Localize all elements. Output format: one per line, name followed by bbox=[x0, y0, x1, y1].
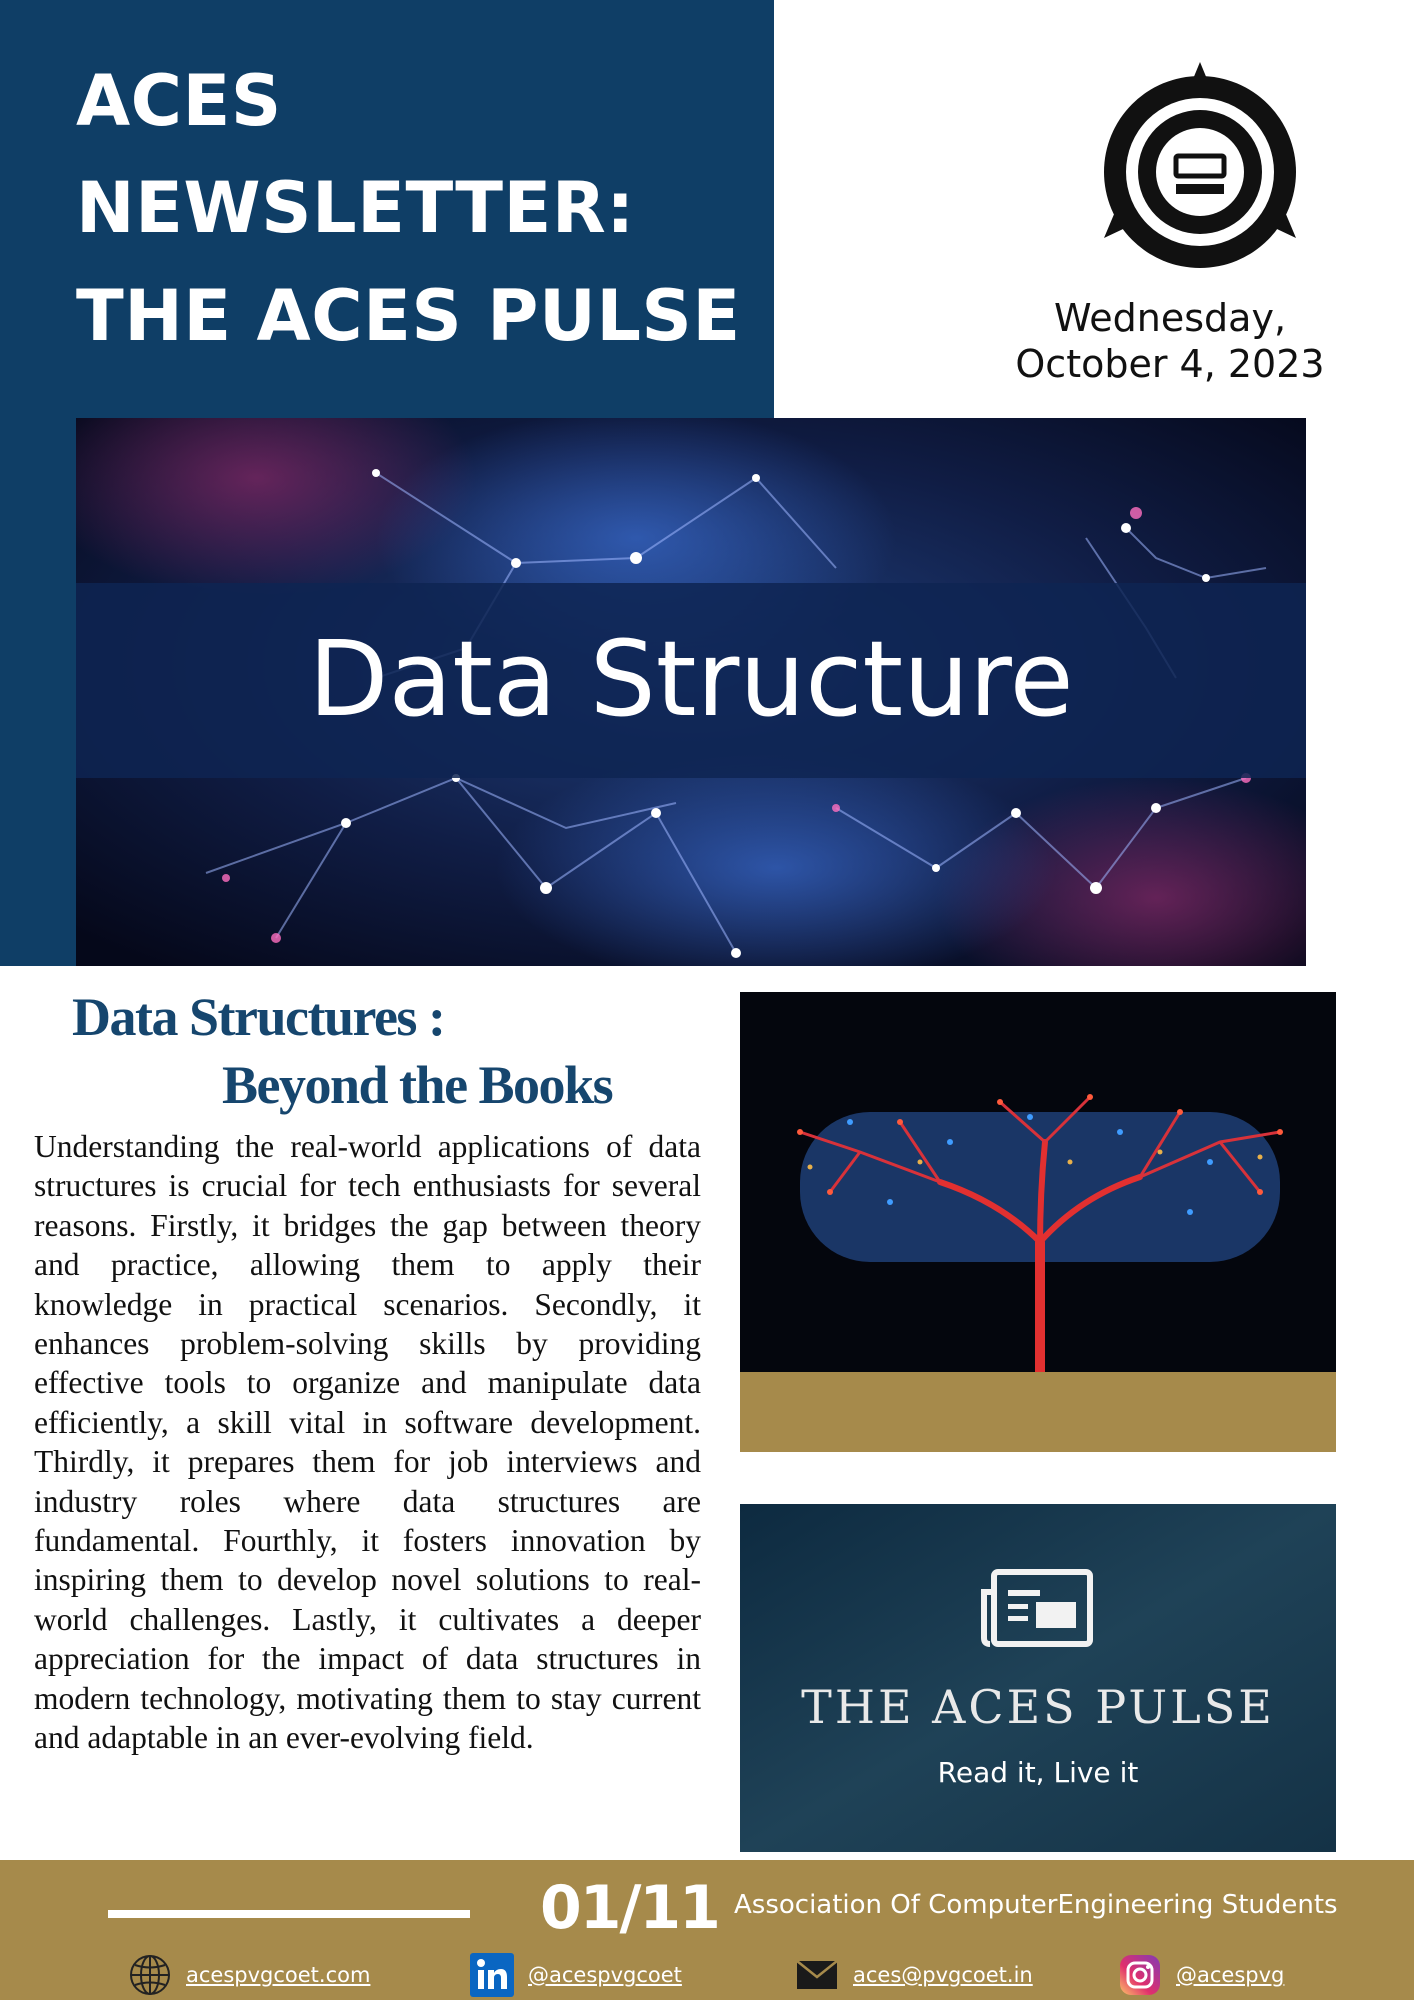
linkedin-icon bbox=[470, 1953, 514, 1997]
instagram-icon bbox=[1120, 1955, 1160, 1995]
footer-divider bbox=[108, 1910, 470, 1918]
hero-banner-image: Data Structure bbox=[76, 418, 1306, 966]
globe-icon bbox=[130, 1955, 170, 1995]
issue-date: Wednesday, October 4, 2023 bbox=[980, 295, 1360, 387]
newsletter-title-line-2: NEWSLETTER: bbox=[76, 167, 635, 249]
email-link[interactable]: aces@pvgcoet.in bbox=[853, 1963, 1033, 1987]
hero-banner-text: Data Structure bbox=[308, 618, 1073, 740]
article-body: Understanding the real-world application… bbox=[34, 1129, 701, 1756]
newsletter-title-line-1: ACES bbox=[76, 60, 282, 142]
gold-band bbox=[740, 1372, 1336, 1452]
org-name: Association Of ComputerEngineering Stude… bbox=[734, 1890, 1338, 1920]
pulse-card-title: THE ACES PULSE bbox=[801, 1680, 1275, 1734]
instagram-link[interactable]: @acespvg bbox=[1176, 1963, 1284, 1987]
mail-icon bbox=[796, 1960, 838, 1989]
email-contact[interactable]: aces@pvgcoet.in bbox=[795, 1953, 1033, 1997]
aces-emblem-icon bbox=[1094, 60, 1306, 275]
article-title-line-2: Beyond the Books bbox=[222, 1055, 614, 1115]
website-link[interactable]: acespvgcoet.com bbox=[186, 1963, 370, 1987]
instagram-contact[interactable]: @acespvg bbox=[1118, 1953, 1284, 1997]
linkedin-link[interactable]: @acespvgcoet bbox=[528, 1963, 682, 1987]
page-number: 01/11 bbox=[540, 1873, 721, 1943]
website-contact[interactable]: acespvgcoet.com bbox=[128, 1953, 370, 1997]
data-tree-image bbox=[740, 992, 1336, 1372]
linkedin-contact[interactable]: @acespvgcoet bbox=[470, 1953, 682, 1997]
issue-date-weekday: Wednesday, bbox=[1053, 296, 1287, 340]
issue-date-full: October 4, 2023 bbox=[1015, 342, 1325, 386]
aces-pulse-card: THE ACES PULSE Read it, Live it bbox=[740, 1504, 1336, 1852]
pulse-card-tagline: Read it, Live it bbox=[937, 1756, 1139, 1789]
footer: 01/11 Association Of ComputerEngineering… bbox=[0, 1860, 1414, 2000]
newsletter-title-line-3: THE ACES PULSE bbox=[76, 275, 741, 357]
article-title-line-1: Data Structures : bbox=[72, 987, 446, 1047]
